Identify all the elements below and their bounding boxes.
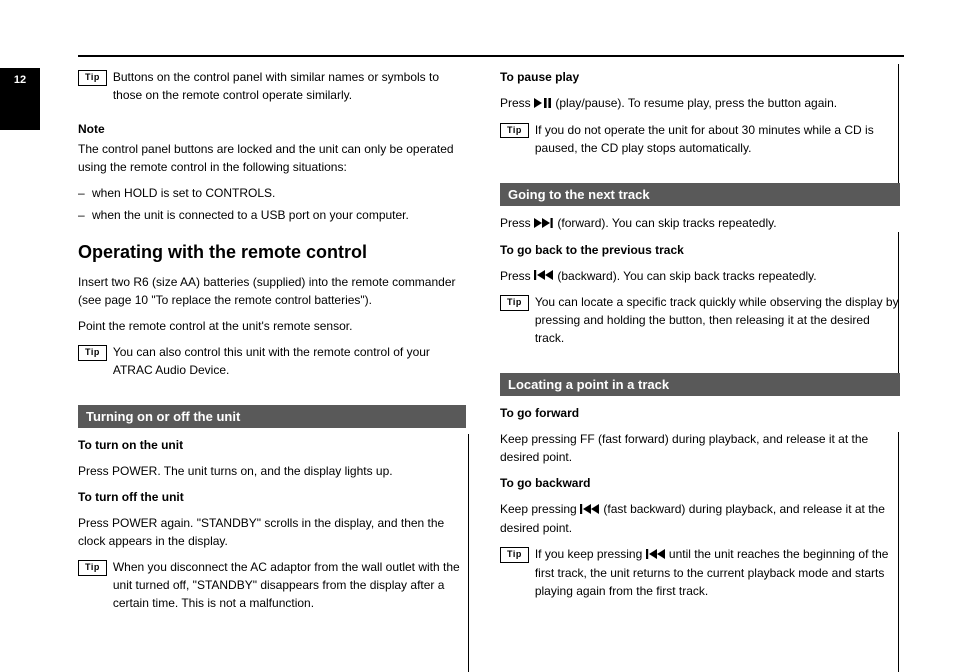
- power-off-heading: To turn off the unit: [78, 488, 466, 506]
- note-bullet-1: –when HOLD is set to CONTROLS.: [78, 184, 466, 202]
- top-rule: [78, 55, 904, 57]
- pause-heading: To pause play: [500, 68, 900, 86]
- next-section-title: Going to the next track: [500, 183, 900, 206]
- tip-body: You can locate a specific track quickly …: [535, 293, 900, 347]
- tip-body: When you disconnect the AC adaptor from …: [113, 558, 466, 612]
- remote-p1: Insert two R6 (size AA) batteries (suppl…: [78, 273, 466, 309]
- tip-body: If you keep pressing until the unit reac…: [535, 545, 900, 600]
- play-pause-icon: [534, 95, 552, 113]
- tip-label: Tip: [78, 560, 107, 576]
- note-bullet-2: –when the unit is connected to a USB por…: [78, 206, 466, 224]
- locate-point-section: Locating a point in a track To go forwar…: [500, 373, 900, 608]
- power-section-title: Turning on or off the unit: [78, 405, 466, 428]
- right-column: To pause play Press (play/pause). To res…: [500, 68, 900, 626]
- fast-backward-icon: [646, 546, 666, 564]
- power-off-body: Press POWER again. "STANDBY" scrolls in …: [78, 514, 466, 550]
- note-control-lock: Note The control panel buttons are locke…: [78, 120, 466, 224]
- tip-label: Tip: [500, 547, 529, 563]
- note-label: Note: [78, 120, 466, 138]
- tip-body: Buttons on the control panel with simila…: [113, 68, 466, 104]
- tip-label: Tip: [78, 70, 107, 86]
- remote-operating-section: Operating with the remote control Insert…: [78, 242, 466, 387]
- tip-label: Tip: [500, 295, 529, 311]
- tip-cd-pause: Tip If you do not operate the unit for a…: [500, 121, 900, 165]
- power-section: Turning on or off the unit To turn on th…: [78, 405, 466, 620]
- power-on-body: Press POWER. The unit turns on, and the …: [78, 462, 466, 480]
- pause-section: To pause play Press (play/pause). To res…: [500, 68, 900, 165]
- page-number: 12: [14, 74, 26, 86]
- power-on-heading: To turn on the unit: [78, 436, 466, 454]
- backward-heading: To go backward: [500, 474, 900, 492]
- note-body: The control panel buttons are locked and…: [78, 140, 466, 176]
- remote-p2: Point the remote control at the unit's r…: [78, 317, 466, 335]
- left-column: Tip Buttons on the control panel with si…: [78, 68, 466, 638]
- manual-page: { "page_number": "12", "left": { "tip1":…: [0, 0, 954, 672]
- locate-section-title: Locating a point in a track: [500, 373, 900, 396]
- tip-skip-tracks: Tip You can locate a specific track quic…: [500, 293, 900, 355]
- tip-locate: Tip If you keep pressing until the unit …: [500, 545, 900, 608]
- prev-body: Press (backward). You can skip back trac…: [500, 267, 900, 286]
- tip-body: You can also control this unit with the …: [113, 343, 466, 379]
- tip-standby: Tip When you disconnect the AC adaptor f…: [78, 558, 466, 620]
- next-track-icon: [534, 215, 554, 233]
- tip-buttons-similar: Tip Buttons on the control panel with si…: [78, 68, 466, 112]
- column-divider: [468, 434, 469, 672]
- next-track-section: Going to the next track Press (forward).…: [500, 183, 900, 356]
- tip-label: Tip: [78, 345, 107, 361]
- remote-heading: Operating with the remote control: [78, 242, 466, 263]
- pause-body: Press (play/pause). To resume play, pres…: [500, 94, 900, 113]
- prev-heading: To go back to the previous track: [500, 241, 900, 259]
- backward-body: Keep pressing (fast backward) during pla…: [500, 500, 900, 537]
- prev-track-icon: [534, 267, 554, 285]
- forward-body: Keep pressing FF (fast forward) during p…: [500, 430, 900, 466]
- fast-backward-icon: [580, 501, 600, 519]
- forward-heading: To go forward: [500, 404, 900, 422]
- tip-body: If you do not operate the unit for about…: [535, 121, 900, 157]
- next-body: Press (forward). You can skip tracks rep…: [500, 214, 900, 233]
- tip-remote-atrac: Tip You can also control this unit with …: [78, 343, 466, 387]
- tip-label: Tip: [500, 123, 529, 139]
- page-number-tab: 12: [0, 68, 40, 130]
